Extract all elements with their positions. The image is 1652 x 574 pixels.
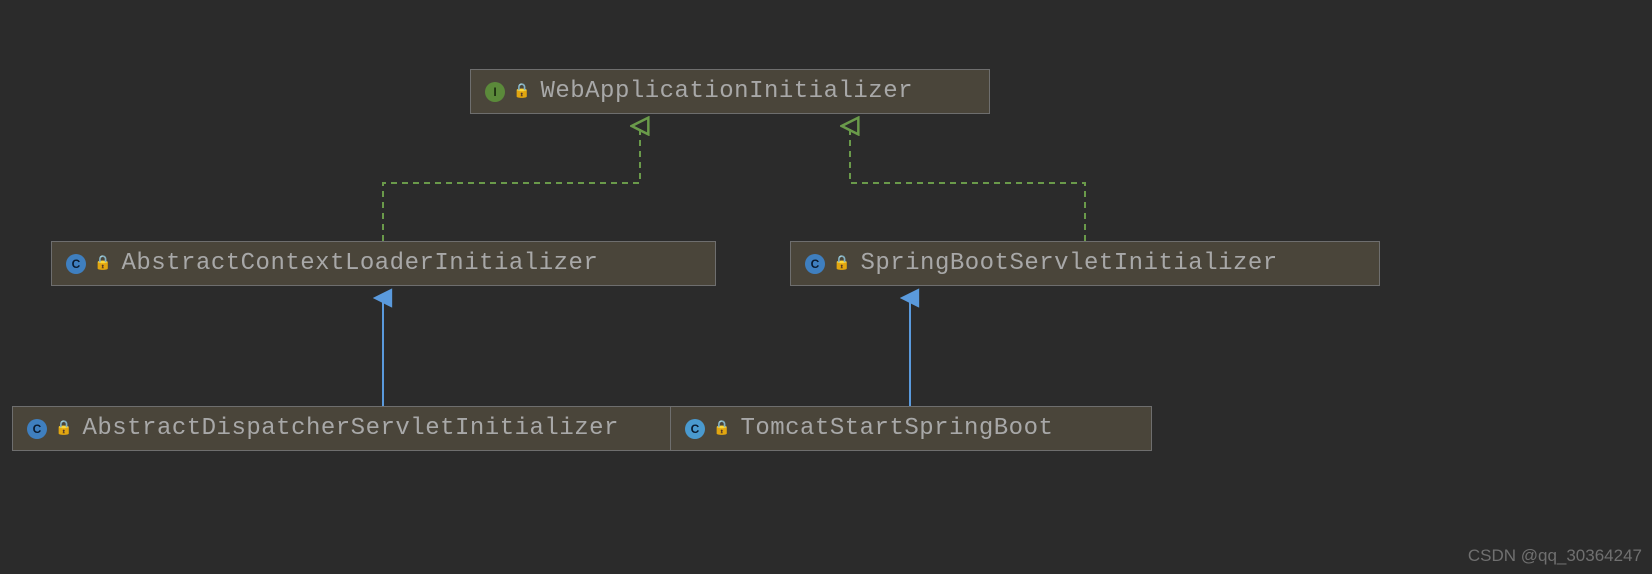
implements-connector	[383, 126, 640, 241]
class-node-left-bottom[interactable]: C 🔒 AbstractDispatcherServletInitializer	[12, 406, 756, 451]
watermark-text: CSDN @qq_30364247	[1468, 546, 1642, 566]
class-node-left-mid[interactable]: C 🔒 AbstractContextLoaderInitializer	[51, 241, 716, 286]
lock-icon: 🔒	[55, 420, 72, 437]
node-label: AbstractContextLoaderInitializer	[121, 250, 598, 277]
node-label: TomcatStartSpringBoot	[740, 415, 1053, 442]
implements-connector	[850, 126, 1085, 241]
interface-node-root[interactable]: I 🔒 WebApplicationInitializer	[470, 69, 990, 114]
lock-icon: 🔒	[713, 420, 730, 437]
node-label: SpringBootServletInitializer	[860, 250, 1277, 277]
class-icon: C	[27, 419, 47, 439]
node-label: WebApplicationInitializer	[540, 78, 913, 105]
class-icon: C	[805, 254, 825, 274]
lock-icon: 🔒	[833, 255, 850, 272]
lock-icon: 🔒	[94, 255, 111, 272]
interface-icon: I	[485, 82, 505, 102]
lock-icon: 🔒	[513, 83, 530, 100]
class-node-right-bottom[interactable]: C 🔒 TomcatStartSpringBoot	[670, 406, 1152, 451]
node-label: AbstractDispatcherServletInitializer	[82, 415, 618, 442]
class-node-right-mid[interactable]: C 🔒 SpringBootServletInitializer	[790, 241, 1380, 286]
class-icon: C	[66, 254, 86, 274]
class-icon: C	[685, 419, 705, 439]
